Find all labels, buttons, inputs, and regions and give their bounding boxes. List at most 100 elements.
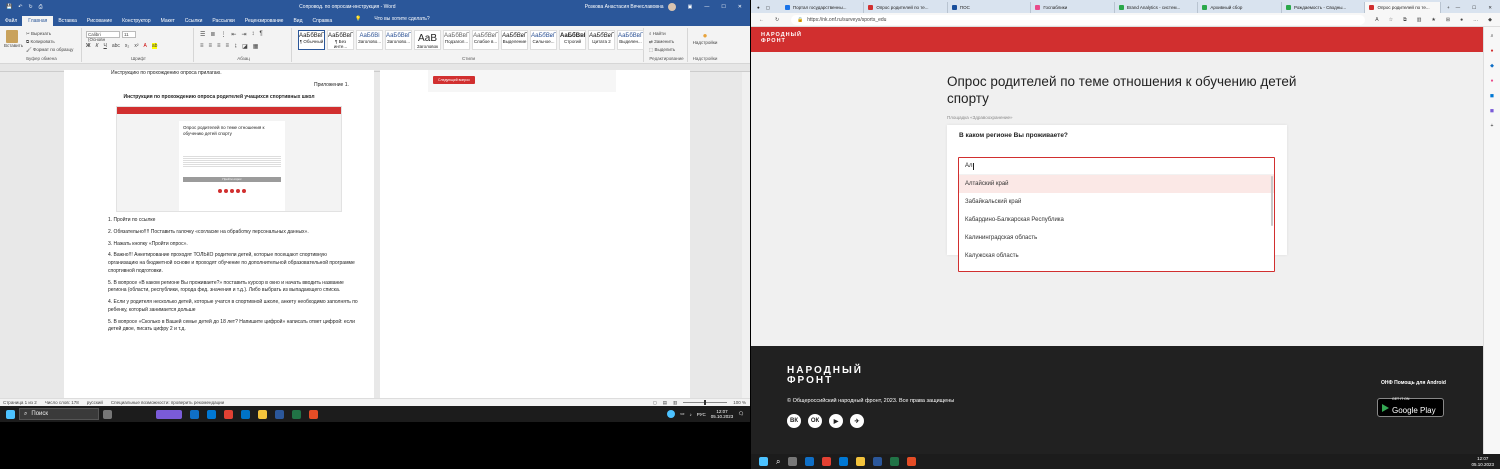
region-option[interactable]: Забайкальский край (959, 193, 1274, 211)
strikethrough-button[interactable]: abc (112, 43, 120, 49)
font-name-select[interactable]: Calibri (Основн (86, 31, 120, 42)
app-taskbar-icon[interactable] (907, 457, 917, 466)
task-view-icon[interactable] (103, 409, 112, 419)
indent-increase-icon[interactable]: ⇥ (241, 31, 246, 38)
outlook-sidebar-icon[interactable]: ◼ (1490, 93, 1494, 99)
chrome-icon[interactable] (822, 457, 832, 466)
style-strong[interactable]: АаБбВвГ Строгий (559, 30, 586, 50)
tab-draw[interactable]: Рисование (82, 18, 117, 26)
dropdown-scrollbar[interactable] (1271, 176, 1273, 226)
multilevel-icon[interactable]: ⋮ (220, 31, 226, 38)
tab-home[interactable]: Главная (22, 16, 54, 26)
style-no-spacing[interactable]: АаБбВвГ ¶ Без инте... (327, 30, 354, 50)
mail-icon[interactable] (241, 409, 250, 419)
edge-icon[interactable] (190, 409, 199, 419)
document-scrollbar[interactable] (742, 72, 750, 398)
addins-button[interactable]: ● Надстройки (690, 31, 720, 45)
font-color-icon[interactable]: A (144, 43, 147, 49)
close-icon[interactable]: ✕ (1488, 5, 1492, 11)
clock[interactable]: 12:07 05.10.2023 (1471, 456, 1500, 467)
refresh-icon[interactable]: ↻ (775, 17, 779, 23)
bullets-icon[interactable]: ☰ (200, 31, 205, 38)
browser-tab[interactable]: Портал государственны... (781, 2, 865, 13)
justify-icon[interactable]: ≡ (226, 43, 230, 50)
address-bar[interactable]: 🔒 https://nk.onf.ru/surveys/sports_edu (791, 14, 1366, 25)
shading-icon[interactable]: ◪ (242, 43, 248, 50)
search-icon[interactable]: ⌕ (776, 457, 780, 466)
vk-icon[interactable]: ВК (787, 414, 801, 428)
youtube-icon[interactable]: ▶ (829, 414, 843, 428)
ok-icon[interactable]: ОК (808, 414, 822, 428)
find-button[interactable]: ⌕ Найти (649, 30, 675, 38)
italic-button[interactable]: К (96, 43, 99, 49)
profile-icon[interactable]: ● (1460, 17, 1463, 23)
clock[interactable]: 12:07 05.10.2023 (711, 409, 734, 420)
back-icon[interactable]: ← (759, 17, 764, 23)
input-language[interactable]: РУС (697, 412, 706, 417)
cut-button[interactable]: ✂ Вырезать (26, 30, 73, 38)
notifications-icon[interactable]: 🗨 (738, 411, 744, 417)
footer-logo[interactable]: НАРОДНЫЙ ФРОНТ (787, 366, 863, 386)
new-tab-button[interactable]: + (1441, 2, 1456, 13)
tab-help[interactable]: Справка (308, 18, 338, 26)
region-option[interactable]: Калужская область (959, 247, 1274, 265)
underline-button[interactable]: Ч (103, 43, 106, 49)
minimize-icon[interactable]: — (704, 4, 709, 10)
save-icon[interactable]: 💾 (6, 4, 12, 10)
favorite-icon[interactable]: ☆ (1389, 17, 1393, 23)
tab-review[interactable]: Рецензирование (240, 18, 289, 26)
print-icon[interactable]: ⎙ (39, 4, 43, 10)
tab-design[interactable]: Конструктор (117, 18, 156, 26)
telegram-icon[interactable]: ✈ (850, 414, 864, 428)
volume-icon[interactable]: ♪ (689, 412, 691, 417)
minimize-icon[interactable]: — (1456, 5, 1461, 10)
style-heading-2[interactable]: АаБбВвГ Заголово... (385, 30, 412, 50)
redo-icon[interactable]: ↻ (28, 4, 32, 10)
maximize-icon[interactable]: ☐ (1472, 5, 1476, 11)
select-button[interactable]: ⬚ Выделить (649, 46, 675, 54)
replace-button[interactable]: ⇄ Заменить (649, 38, 675, 46)
outlook-icon[interactable] (207, 409, 216, 419)
tab-references[interactable]: Ссылки (180, 18, 208, 26)
excel-taskbar-icon[interactable] (292, 409, 301, 419)
browser-tab[interactable]: Brand Analytics - систем... (1115, 2, 1199, 13)
m365-icon[interactable]: ◼ (1490, 108, 1494, 114)
extensions-icon[interactable]: ⧉ (1403, 17, 1407, 23)
explorer-icon[interactable] (856, 457, 866, 466)
style-title[interactable]: АаВ Заголовок (414, 30, 441, 50)
style-subtitle[interactable]: АаБбВвГ Подзагол... (443, 30, 470, 50)
collections-icon[interactable]: ⊞ (1446, 17, 1450, 23)
zoom-slider[interactable] (683, 400, 728, 405)
word-taskbar-icon[interactable] (275, 409, 284, 419)
style-subtle-emphasis[interactable]: АаБбВвГ Слабое в... (472, 30, 499, 50)
close-icon[interactable]: ✕ (738, 4, 742, 10)
start-icon[interactable] (6, 409, 15, 419)
region-option[interactable]: Алтайский край (959, 175, 1274, 193)
word-count[interactable]: Число слов: 178 (45, 400, 79, 405)
align-left-icon[interactable]: ≡ (200, 43, 204, 50)
browser-tab[interactable]: ПОС (948, 2, 1032, 13)
site-logo[interactable]: НАРОДНЫЙ ФРОНТ (761, 32, 802, 44)
copilot-icon[interactable]: ◆ (1488, 17, 1492, 23)
borders-icon[interactable]: ▦ (253, 43, 259, 50)
tools-icon[interactable]: ● (1490, 48, 1493, 54)
browser-tab[interactable]: Рождаемость - Сводны... (1282, 2, 1366, 13)
indent-decrease-icon[interactable]: ⇤ (231, 31, 236, 38)
language-indicator[interactable]: русский (87, 400, 103, 405)
page-count[interactable]: Страница 1 из 2 (3, 400, 37, 405)
excel-taskbar-icon[interactable] (890, 457, 900, 466)
profile-icon[interactable]: ● (757, 5, 760, 10)
search-icon[interactable]: ⌕ (1491, 33, 1494, 39)
task-view-icon[interactable] (788, 457, 798, 466)
tab-view[interactable]: Вид (288, 18, 307, 26)
workspaces-icon[interactable]: ▢ (766, 5, 770, 11)
pilcrow-icon[interactable]: ¶ (259, 31, 262, 38)
zoom-level[interactable]: 100 % (733, 400, 746, 405)
document-page-2[interactable]: Следующий вопрос (380, 70, 690, 400)
style-intense-reference[interactable]: АаБбВвГ Выделен... (617, 30, 644, 50)
style-quote-2[interactable]: АаБбВвГ Цитата 2 (588, 30, 615, 50)
focus-icon[interactable]: ◻ (653, 400, 657, 406)
taskbar-search[interactable]: ⌕ Поиск (19, 408, 99, 420)
region-input[interactable]: Ал (959, 158, 1274, 175)
numbering-icon[interactable]: ≣ (210, 31, 215, 38)
